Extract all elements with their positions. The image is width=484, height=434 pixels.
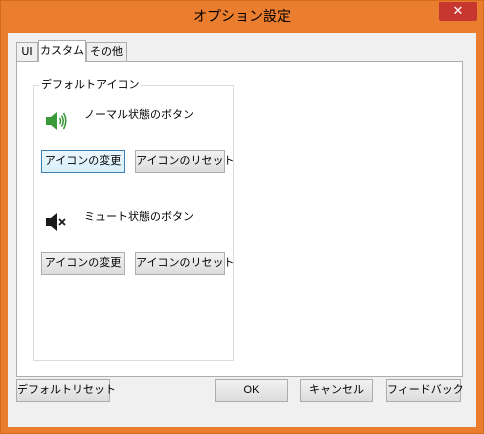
close-icon: ✕ <box>452 4 464 19</box>
normal-state-label: ノーマル状態のボタン <box>84 108 194 121</box>
close-button[interactable]: ✕ <box>439 2 477 21</box>
tab-ui[interactable]: UI <box>16 42 38 61</box>
default-icon-group: デフォルトアイコン ノーマル状態のボタン アイコンの変更 アイコンのリセット ミ… <box>33 78 234 361</box>
custom-tab-panel: デフォルトアイコン ノーマル状態のボタン アイコンの変更 アイコンのリセット ミ… <box>16 61 463 377</box>
speaker-volume-icon <box>46 112 67 130</box>
normal-reset-icon-button[interactable]: アイコンのリセット <box>135 150 234 173</box>
speaker-mute-icon <box>46 213 66 231</box>
options-dialog: オプション設定 ✕ UI カスタム その他 デフォルトアイコン ノーマル状態のボ… <box>0 0 484 434</box>
group-label: デフォルトアイコン <box>39 78 142 92</box>
mute-change-icon-button[interactable]: アイコンの変更 <box>41 252 125 275</box>
mute-reset-icon-button[interactable]: アイコンのリセット <box>135 252 234 275</box>
window-title: オプション設定 <box>193 9 291 25</box>
default-reset-button[interactable]: デフォルトリセット <box>16 379 116 402</box>
ok-button[interactable]: OK <box>215 379 288 402</box>
dialog-client-area: UI カスタム その他 デフォルトアイコン ノーマル状態のボタン アイコンの変更… <box>8 33 476 427</box>
cancel-button[interactable]: キャンセル <box>300 379 373 402</box>
tab-other[interactable]: その他 <box>86 42 127 61</box>
title-bar[interactable]: オプション設定 ✕ <box>1 1 483 33</box>
feedback-button[interactable]: フィードバック <box>386 379 464 402</box>
normal-change-icon-button[interactable]: アイコンの変更 <box>41 150 125 173</box>
tab-custom[interactable]: カスタム <box>38 40 86 62</box>
mute-state-label: ミュート状態のボタン <box>84 210 194 223</box>
